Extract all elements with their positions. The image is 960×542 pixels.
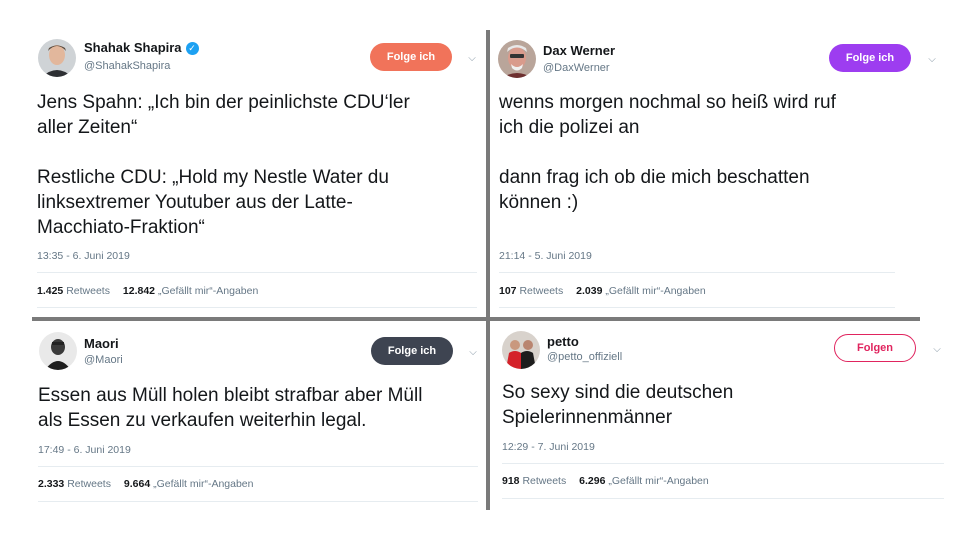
follow-button[interactable]: Folge ich (370, 43, 452, 71)
divider (37, 307, 477, 308)
follow-button[interactable]: Folgen (834, 334, 916, 362)
like-label[interactable]: „Gefällt mir“-Angaben (608, 475, 708, 487)
retweet-count[interactable]: 107 (499, 285, 517, 297)
divider (499, 307, 895, 308)
like-count[interactable]: 12.842 (123, 285, 155, 297)
engagement-stats: 1.425 Retweets 12.842 „Gefällt mir“-Anga… (37, 285, 258, 297)
chevron-down-icon[interactable]: ⌵ (930, 345, 944, 355)
divider (38, 466, 478, 467)
divider (37, 272, 477, 273)
tweet-text: So sexy sind die deutschen Spielerinnenm… (502, 380, 942, 430)
author-handle[interactable]: @DaxWerner (543, 62, 610, 74)
tweet-text-paragraph-1: wenns morgen nochmal so heiß wird ruf ic… (499, 92, 836, 138)
tweet-text: Essen aus Müll holen bleibt strafbar abe… (38, 383, 478, 433)
follow-button[interactable]: Folge ich (371, 337, 453, 365)
chevron-down-icon[interactable]: ⌵ (925, 55, 939, 65)
avatar[interactable] (502, 331, 540, 369)
avatar[interactable] (38, 39, 76, 77)
avatar-photo-icon (38, 39, 76, 77)
tweet-text-paragraph-1: So sexy sind die deutschen Spielerinnenm… (502, 382, 734, 428)
divider (502, 463, 944, 464)
like-count[interactable]: 6.296 (579, 475, 605, 487)
like-count[interactable]: 2.039 (576, 285, 602, 297)
retweet-count[interactable]: 1.425 (37, 285, 63, 297)
retweet-label[interactable]: Retweets (67, 478, 111, 490)
chevron-down-icon[interactable]: ⌵ (466, 348, 480, 358)
chevron-down-icon[interactable]: ⌵ (465, 54, 479, 64)
avatar[interactable] (39, 332, 77, 370)
author-name[interactable]: Maori (84, 336, 119, 351)
retweet-label[interactable]: Retweets (519, 285, 563, 297)
retweet-label[interactable]: Retweets (522, 475, 566, 487)
avatar[interactable] (498, 40, 536, 78)
timestamp[interactable]: 12:29 - 7. Juni 2019 (502, 441, 595, 453)
tweet-text-paragraph-1: Essen aus Müll holen bleibt strafbar abe… (38, 385, 423, 431)
timestamp[interactable]: 13:35 - 6. Juni 2019 (37, 250, 130, 262)
author-handle[interactable]: @Maori (84, 354, 123, 366)
timestamp[interactable]: 21:14 - 5. Juni 2019 (499, 250, 592, 262)
author-handle[interactable]: @petto_offiziell (547, 351, 622, 363)
like-label[interactable]: „Gefällt mir“-Angaben (153, 478, 253, 490)
tweet-text-paragraph-2: dann frag ich ob die mich beschatten kön… (499, 167, 810, 213)
retweet-count[interactable]: 2.333 (38, 478, 64, 490)
like-label[interactable]: „Gefällt mir“-Angaben (605, 285, 705, 297)
author-name[interactable]: petto (547, 334, 579, 349)
engagement-stats: 107 Retweets 2.039 „Gefällt mir“-Angaben (499, 285, 706, 297)
quadrant-divider-horizontal (32, 317, 920, 321)
tweet-text-paragraph-1: Jens Spahn: „Ich bin der peinlichste CDU… (37, 92, 410, 138)
tweet-text: Jens Spahn: „Ich bin der peinlichste CDU… (37, 90, 477, 240)
author-name[interactable]: Shahak Shapira (84, 40, 182, 55)
author-handle[interactable]: @ShahakShapira (84, 60, 170, 72)
engagement-stats: 918 Retweets 6.296 „Gefällt mir“-Angaben (502, 475, 709, 487)
follow-button[interactable]: Folge ich (829, 44, 911, 72)
verified-badge-icon: ✓ (185, 42, 199, 55)
avatar-photo-icon (502, 331, 540, 369)
tweet-text-paragraph-2: Restliche CDU: „Hold my Nestle Water du … (37, 167, 389, 238)
author-name[interactable]: Dax Werner (543, 43, 615, 58)
timestamp[interactable]: 17:49 - 6. Juni 2019 (38, 444, 131, 456)
quadrant-divider-vertical (486, 30, 490, 510)
divider (502, 498, 944, 499)
engagement-stats: 2.333 Retweets 9.664 „Gefällt mir“-Angab… (38, 478, 253, 490)
avatar-photo-icon (39, 332, 77, 370)
like-label[interactable]: „Gefällt mir“-Angaben (158, 285, 258, 297)
retweet-count[interactable]: 918 (502, 475, 520, 487)
avatar-photo-icon (498, 40, 536, 78)
divider (38, 501, 478, 502)
tweet-text: wenns morgen nochmal so heiß wird ruf ic… (499, 90, 939, 215)
divider (499, 272, 895, 273)
retweet-label[interactable]: Retweets (66, 285, 110, 297)
like-count[interactable]: 9.664 (124, 478, 150, 490)
